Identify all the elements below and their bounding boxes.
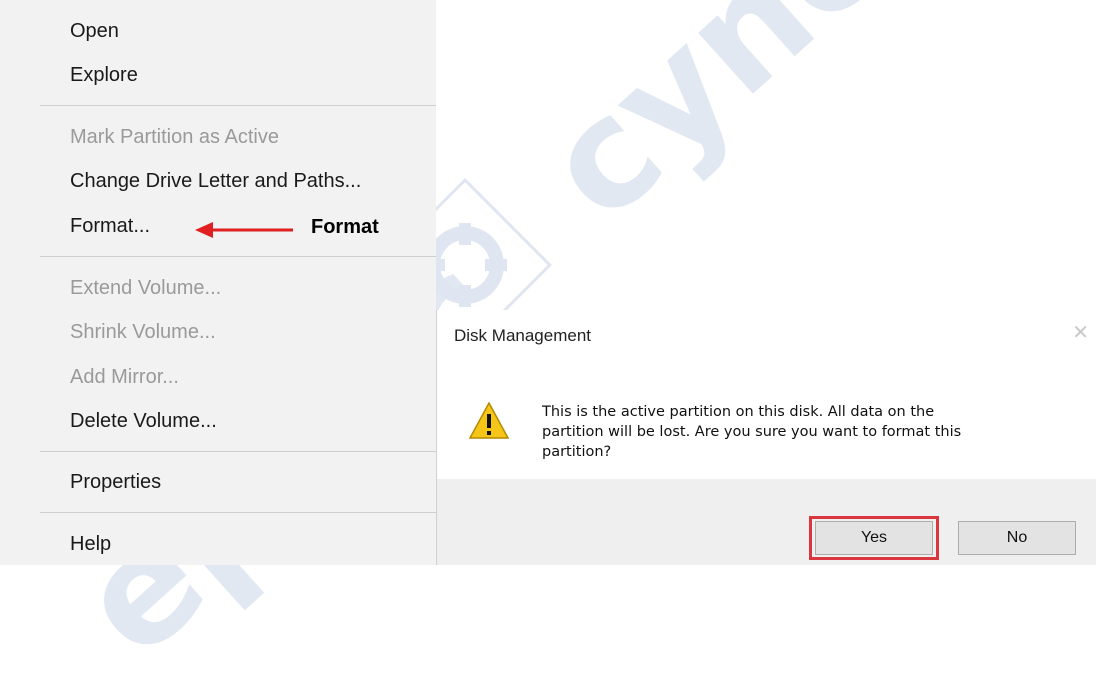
menu-separator xyxy=(40,256,436,257)
menu-item-explore[interactable]: Explore xyxy=(70,62,138,88)
menu-item-shrink-volume[interactable]: Shrink Volume... xyxy=(70,319,216,345)
menu-item-format[interactable]: Format... xyxy=(70,213,150,239)
annotation-label: Format xyxy=(311,216,379,238)
close-icon[interactable]: ✕ xyxy=(1072,320,1089,345)
menu-item-extend-volume[interactable]: Extend Volume... xyxy=(70,275,221,301)
dialog-footer: Yes No xyxy=(437,479,1096,565)
menu-item-change-drive-letter[interactable]: Change Drive Letter and Paths... xyxy=(70,168,361,194)
no-button[interactable]: No xyxy=(958,521,1076,555)
watermark-text: cyne xyxy=(512,0,923,254)
dialog-message: This is the active partition on this dis… xyxy=(542,404,962,460)
dialog-title: Disk Management xyxy=(454,326,592,345)
yes-button-highlight xyxy=(809,516,939,560)
context-menu: Open Explore Mark Partition as Active Ch… xyxy=(0,0,436,565)
annotation-arrow-icon xyxy=(195,222,293,238)
menu-item-open[interactable]: Open xyxy=(70,18,119,44)
warning-icon xyxy=(469,402,509,439)
menu-separator xyxy=(40,105,436,106)
menu-item-mark-partition-active[interactable]: Mark Partition as Active xyxy=(70,124,279,150)
menu-item-add-mirror[interactable]: Add Mirror... xyxy=(70,364,179,390)
disk-management-dialog: Disk Management ✕ This is the active par… xyxy=(436,310,1096,565)
menu-item-properties[interactable]: Properties xyxy=(70,469,161,495)
menu-item-help[interactable]: Help xyxy=(70,531,111,557)
menu-item-delete-volume[interactable]: Delete Volume... xyxy=(70,408,217,434)
menu-separator xyxy=(40,512,436,513)
menu-separator xyxy=(40,451,436,452)
